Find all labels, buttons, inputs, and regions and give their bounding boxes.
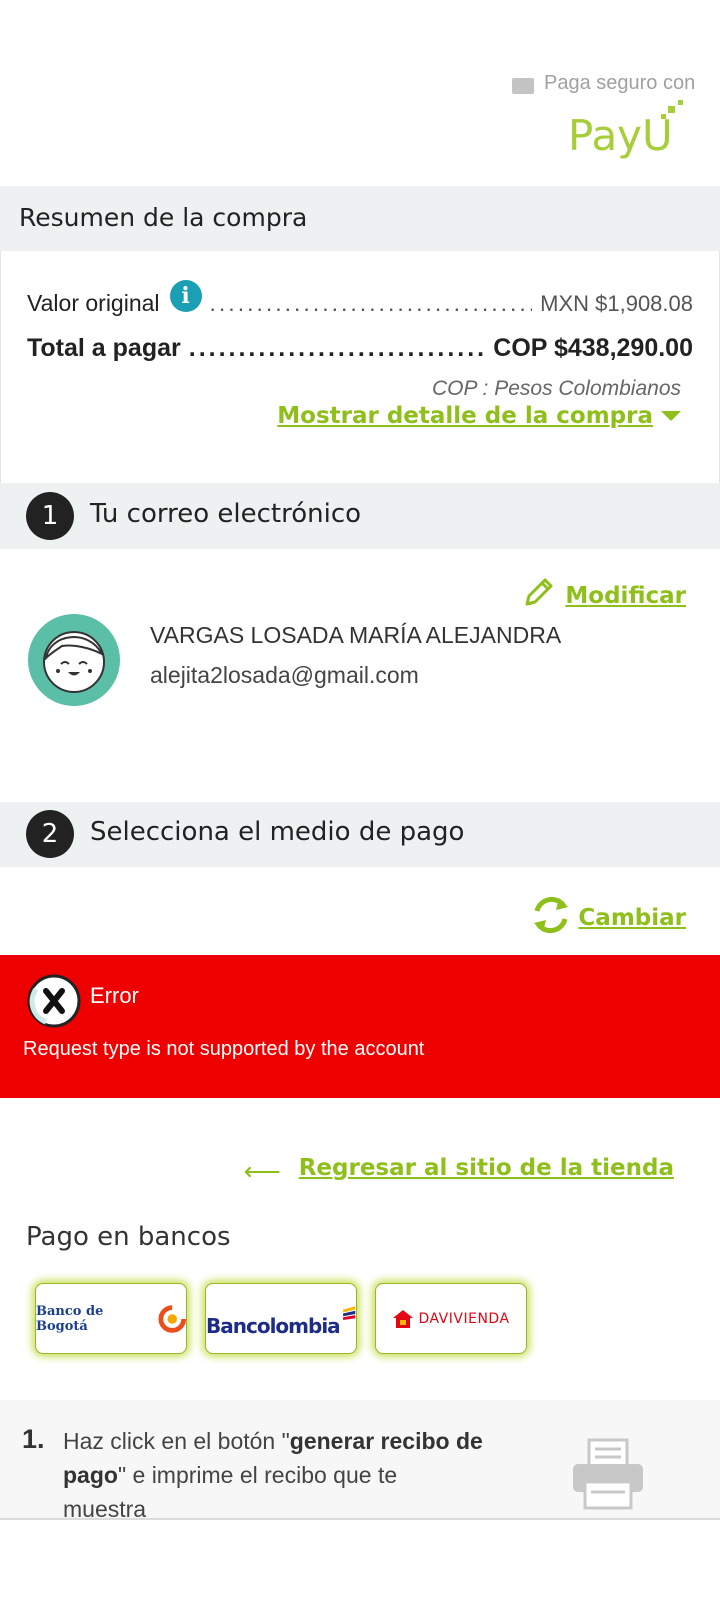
- step1-title: Tu correo electrónico: [90, 499, 362, 529]
- bank-bogota-logo-icon: [157, 1304, 186, 1333]
- back-to-store-text[interactable]: Regresar al sitio de la tienda: [299, 1155, 674, 1181]
- summary-title: Resumen de la compra: [19, 203, 308, 232]
- show-details-link[interactable]: Mostrar detalle de la compra: [277, 403, 681, 429]
- error-x-icon: [26, 973, 82, 1034]
- original-label: Valor original: [27, 290, 160, 316]
- bank-bancolombia-logo-icon: [342, 1305, 355, 1320]
- modify-text[interactable]: Modificar: [565, 583, 686, 609]
- summary-box: [0, 251, 720, 483]
- currency-note: COP : Pesos Colombianos: [432, 377, 681, 400]
- instruction-text: Haz click en el botón "generar recibo de…: [63, 1424, 483, 1518]
- bank-bogota-label: Banco de Bogotá: [36, 1303, 104, 1334]
- instruction-step-number: 1.: [22, 1424, 45, 1454]
- error-title: Error: [90, 983, 139, 1008]
- pencil-icon: [521, 576, 555, 615]
- instruction-text-before: Haz click en el botón ": [63, 1428, 290, 1454]
- payu-logo: PayU: [568, 100, 688, 167]
- bank-davivienda-button[interactable]: DAVIVIENDA: [375, 1283, 527, 1354]
- bank-davivienda-logo-icon: [393, 1309, 414, 1328]
- original-value: MXN $1,908.08: [540, 291, 693, 316]
- payu-logo-text: PayU: [568, 111, 673, 160]
- chevron-down-icon: [661, 411, 681, 421]
- total-label: Total a pagar: [27, 334, 181, 362]
- back-to-store-link[interactable]: ⟵ Regresar al sitio de la tienda: [243, 1152, 674, 1187]
- bottom-divider: [0, 1518, 720, 1520]
- show-details-text[interactable]: Mostrar detalle de la compra: [277, 403, 653, 429]
- error-box: [0, 955, 720, 1098]
- refresh-icon: [528, 892, 574, 943]
- change-text[interactable]: Cambiar: [578, 905, 686, 931]
- info-icon[interactable]: i: [169, 280, 202, 312]
- change-link[interactable]: Cambiar: [528, 892, 686, 943]
- total-row: Total a pagar ..........................…: [27, 334, 693, 363]
- step1-number: 1: [26, 492, 74, 540]
- total-value: COP $438,290.00: [493, 334, 693, 362]
- instructions-panel: 1. Haz click en el botón "generar recibo…: [0, 1400, 720, 1518]
- bank-davivienda-label: DAVIVIENDA: [418, 1310, 510, 1327]
- bank-bancolombia-button[interactable]: Bancolombia: [205, 1283, 357, 1354]
- step2-number: 2: [26, 810, 74, 858]
- user-email: alejita2losada@gmail.com: [150, 662, 419, 688]
- secure-payment-note: Paga seguro con: [512, 72, 695, 94]
- lock-icon: [512, 78, 534, 94]
- dots-leader: ........................................…: [188, 334, 486, 362]
- printer-icon: [571, 1438, 645, 1515]
- banks-title: Pago en bancos: [26, 1222, 231, 1252]
- bank-bancolombia-label: Bancolombia: [206, 1313, 341, 1338]
- original-value-row: Valor original i .......................…: [27, 280, 693, 320]
- secure-pay-text: Paga seguro con: [544, 72, 696, 94]
- step2-title: Selecciona el medio de pago: [90, 817, 465, 847]
- error-message: Request type is not supported by the acc…: [23, 1038, 425, 1060]
- modify-link[interactable]: Modificar: [521, 576, 686, 615]
- user-name: VARGAS LOSADA MARÍA ALEJANDRA: [150, 622, 562, 648]
- back-arrow-icon: ⟵: [243, 1156, 281, 1186]
- bank-bogota-button[interactable]: Banco de Bogotá: [35, 1283, 187, 1354]
- avatar-icon: [28, 614, 120, 711]
- dots-leader: ........................................…: [209, 290, 533, 316]
